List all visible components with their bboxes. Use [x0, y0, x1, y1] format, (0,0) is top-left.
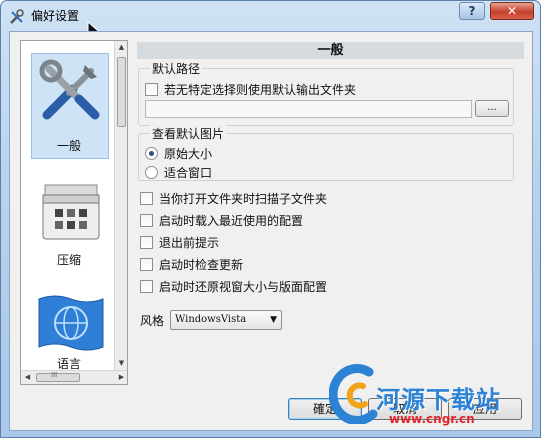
restore-layout-checkbox[interactable] [140, 279, 153, 293]
ok-button[interactable]: 確定 [288, 398, 362, 420]
globe-flag-icon [38, 295, 104, 351]
original-size-radio[interactable] [145, 146, 158, 160]
tools-icon [39, 59, 100, 120]
category-sidebar[interactable]: 一般 压缩 语言 ▲ ▼ ◀ III ▶ [20, 40, 128, 385]
group-title: 默认路径 [150, 60, 203, 77]
sidebar-item-label: 一般 [56, 139, 81, 153]
sidebar-item-label: 压缩 [56, 253, 81, 267]
load-recent-config-checkbox[interactable] [140, 213, 153, 227]
output-folder-input[interactable] [145, 100, 472, 118]
radio-label: 原始大小 [164, 146, 213, 161]
sidebar-item-compress[interactable]: 压缩 [21, 179, 117, 279]
scroll-thumb[interactable]: III [36, 371, 80, 382]
scan-subfolders-checkbox[interactable] [140, 191, 153, 205]
checkbox-label: 启动时载入最近使用的配置 [159, 213, 304, 228]
compress-icon [42, 184, 100, 240]
sidebar-vertical-scrollbar[interactable]: ▲ ▼ [114, 41, 127, 370]
scroll-up-arrow-icon[interactable]: ▲ [115, 41, 127, 54]
scroll-left-arrow-icon[interactable]: ◀ [21, 371, 34, 384]
dialog-client-area: 一般 压缩 语言 ▲ ▼ ◀ III ▶ 一般 默认路径 若无特定选择则使用默认… [9, 31, 533, 431]
cancel-button[interactable]: 取消 [368, 398, 442, 420]
check-updates-checkbox[interactable] [140, 257, 153, 271]
use-default-folder-checkbox[interactable] [145, 82, 158, 96]
group-title: 查看默认图片 [150, 125, 227, 142]
style-label: 风格 [140, 313, 165, 328]
prompt-before-exit-row[interactable]: 退出前提示 [140, 234, 219, 250]
checkbox-label: 若无特定选择则使用默认输出文件夹 [164, 82, 357, 97]
style-select[interactable]: WindowsVista ▼ [170, 310, 283, 330]
scan-subfolders-row[interactable]: 当你打开文件夹时扫描子文件夹 [140, 190, 327, 206]
scroll-thumb[interactable] [117, 57, 126, 127]
section-header: 一般 [137, 42, 524, 59]
title-bar[interactable]: 偏好设置 ? ✕ [1, 1, 540, 31]
help-button[interactable]: ? [459, 2, 485, 20]
restore-layout-row[interactable]: 启动时还原视窗大小与版面配置 [140, 278, 327, 294]
radio-original-size-row[interactable]: 原始大小 [145, 145, 212, 161]
checkbox-label: 启动时检查更新 [159, 257, 244, 272]
use-default-folder-row[interactable]: 若无特定选择则使用默认输出文件夹 [145, 81, 356, 97]
radio-label: 适合窗口 [164, 165, 213, 180]
scroll-right-arrow-icon[interactable]: ▶ [115, 371, 127, 384]
prompt-before-exit-checkbox[interactable] [140, 235, 153, 249]
radio-fit-window-row[interactable]: 适合窗口 [145, 164, 212, 180]
style-select-value: WindowsVista [175, 314, 247, 325]
browse-button[interactable]: ... [475, 100, 509, 117]
checkbox-label: 当你打开文件夹时扫描子文件夹 [159, 191, 328, 206]
sidebar-horizontal-scrollbar[interactable]: ◀ III ▶ [21, 370, 127, 384]
fit-window-radio[interactable] [145, 165, 158, 179]
style-row: 风格 WindowsVista ▼ [140, 310, 283, 330]
checkbox-label: 退出前提示 [159, 235, 220, 250]
check-updates-row[interactable]: 启动时检查更新 [140, 256, 243, 272]
load-recent-config-row[interactable]: 启动时载入最近使用的配置 [140, 212, 303, 228]
checkbox-label: 启动时还原视窗大小与版面配置 [159, 279, 328, 294]
chevron-down-icon: ▼ [270, 315, 278, 325]
grip-icon: III [51, 371, 58, 379]
sidebar-item-general[interactable]: 一般 [21, 53, 117, 163]
sidebar-item-language[interactable]: 语言 [21, 293, 117, 373]
scroll-down-arrow-icon[interactable]: ▼ [115, 357, 127, 370]
close-button[interactable]: ✕ [490, 2, 534, 20]
window-title: 偏好设置 [31, 9, 80, 23]
preferences-window: 偏好设置 ? ✕ 一般 压缩 语言 ▲ ▼ ◀ III ▶ 一般 默认路径 若无… [0, 0, 541, 438]
apply-button[interactable]: 应用 [448, 398, 522, 420]
tools-icon [10, 9, 24, 24]
